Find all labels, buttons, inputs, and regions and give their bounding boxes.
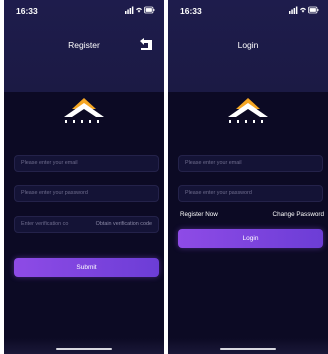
register-now-link[interactable]: Register Now xyxy=(180,211,218,218)
home-indicator[interactable] xyxy=(56,348,112,350)
login-header: 16:33 Login xyxy=(168,0,328,92)
login-button[interactable]: Login xyxy=(178,229,323,248)
status-icons xyxy=(125,6,155,16)
signal-wifi-battery-icon xyxy=(289,6,319,14)
email-placeholder: Please enter your email xyxy=(185,160,242,166)
obtain-code-button[interactable]: Obtain verification code xyxy=(96,217,152,232)
verification-code-field[interactable]: Enter verification co Obtain verificatio… xyxy=(14,216,159,233)
brand-mountain-logo-icon xyxy=(64,98,104,123)
back-return-icon xyxy=(140,38,152,50)
change-password-link[interactable]: Change Password xyxy=(273,211,324,218)
verification-placeholder: Enter verification co xyxy=(21,221,69,227)
bottom-bar xyxy=(4,338,164,354)
password-placeholder: Please enter your password xyxy=(185,190,252,196)
status-time: 16:33 xyxy=(16,6,38,16)
password-placeholder: Please enter your password xyxy=(21,190,88,196)
page-title: Login xyxy=(237,40,259,50)
status-icons xyxy=(289,6,319,16)
home-indicator[interactable] xyxy=(220,348,276,350)
brand-mountain-logo-icon xyxy=(228,98,268,123)
back-button[interactable] xyxy=(138,38,154,52)
bottom-bar xyxy=(168,338,328,354)
password-field[interactable]: Please enter your password xyxy=(14,185,159,202)
register-screen: 16:33 Register Please enter your email P… xyxy=(4,0,164,354)
status-time: 16:33 xyxy=(180,6,202,16)
register-header: 16:33 Register xyxy=(4,0,164,92)
brand-logo xyxy=(220,96,276,126)
brand-logo xyxy=(56,96,112,126)
status-bar: 16:33 xyxy=(168,0,328,22)
email-field[interactable]: Please enter your email xyxy=(178,155,323,172)
email-placeholder: Please enter your email xyxy=(21,160,78,166)
status-bar: 16:33 xyxy=(4,0,164,22)
password-field[interactable]: Please enter your password xyxy=(178,185,323,202)
login-screen: 16:33 Login Please enter your email Plea… xyxy=(168,0,328,354)
signal-wifi-battery-icon xyxy=(125,6,155,14)
submit-button[interactable]: Submit xyxy=(14,258,159,277)
email-field[interactable]: Please enter your email xyxy=(14,155,159,172)
